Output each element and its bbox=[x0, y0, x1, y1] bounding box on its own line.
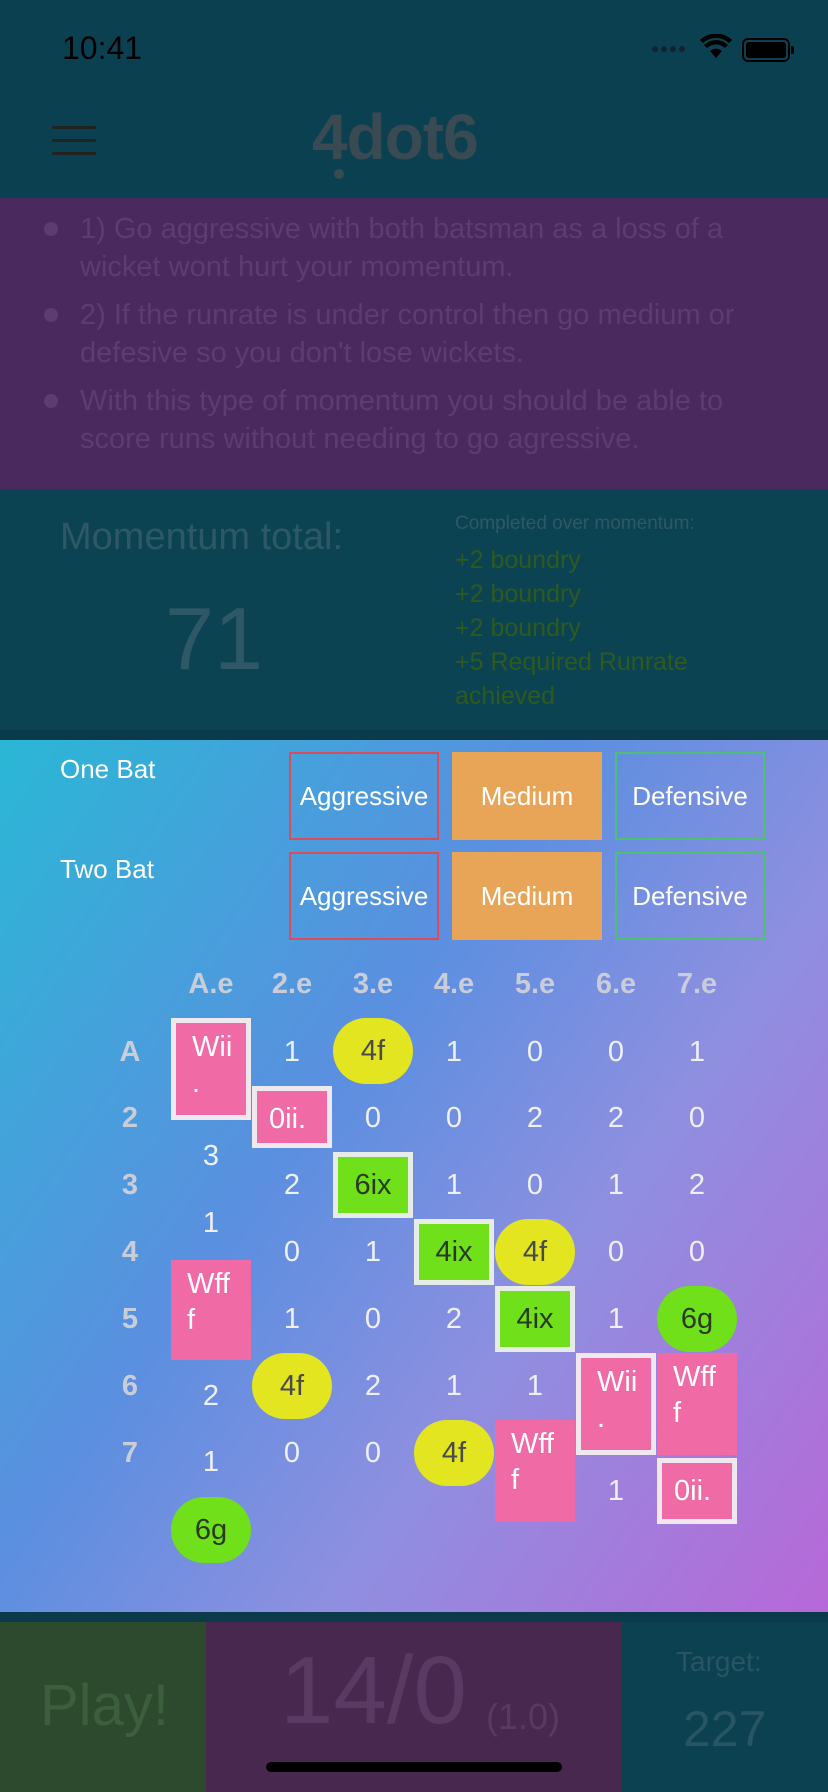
two-bat-aggressive-button[interactable]: Aggressive bbox=[289, 852, 439, 940]
grid-cell[interactable]: 0 bbox=[414, 1102, 494, 1135]
app-logo: 4dot6 bbox=[312, 101, 479, 173]
grid-cell[interactable]: 1 bbox=[414, 1370, 494, 1403]
grid-cell[interactable]: 1 bbox=[252, 1036, 332, 1069]
grid-cell-four[interactable]: 4f bbox=[495, 1219, 575, 1285]
target-value: 227 bbox=[683, 1701, 767, 1757]
overs-value: (1.0) bbox=[486, 1696, 561, 1737]
play-label[interactable]: Play! bbox=[40, 1672, 169, 1739]
target-label: Target: bbox=[676, 1646, 762, 1677]
grid-cell-four-ix[interactable]: 4ix bbox=[414, 1219, 494, 1285]
grid-cell-six[interactable]: 6ix bbox=[333, 1152, 413, 1218]
grid-cell[interactable]: 0 bbox=[333, 1102, 413, 1135]
grid-cell-four[interactable]: 4f bbox=[252, 1353, 332, 1419]
completed-over-title: Completed over momentum: bbox=[455, 513, 695, 534]
score-value: 14/0 bbox=[280, 1637, 467, 1744]
status-time: 10:41 bbox=[62, 30, 143, 66]
grid-cell[interactable]: 2 bbox=[252, 1169, 332, 1202]
col-header: A.e bbox=[188, 968, 234, 1000]
grid-cell[interactable]: 1 bbox=[414, 1036, 494, 1069]
col-header: 5.e bbox=[514, 968, 556, 1000]
grid-cell[interactable]: 1 bbox=[171, 1207, 251, 1240]
grid-cell[interactable]: 2 bbox=[414, 1303, 494, 1336]
bullet-icon bbox=[44, 308, 58, 322]
two-bat-label: Two Bat bbox=[60, 854, 154, 884]
col-header: 3.e bbox=[352, 968, 394, 1000]
grid-cell[interactable]: 3 bbox=[171, 1140, 251, 1173]
grid-cell[interactable]: 1 bbox=[171, 1446, 251, 1479]
grid-cell[interactable]: 0 bbox=[333, 1437, 413, 1470]
grid-cell-four[interactable]: 4f bbox=[414, 1420, 494, 1486]
signal-icon bbox=[652, 46, 685, 52]
grid-cell[interactable]: 1 bbox=[495, 1370, 575, 1403]
battery-icon bbox=[742, 38, 794, 62]
grid-cell-six[interactable]: 6g bbox=[657, 1286, 737, 1352]
two-bat-medium-button[interactable]: Medium bbox=[452, 852, 602, 940]
grid-cell-six[interactable]: 6g bbox=[171, 1497, 251, 1563]
momentum-title: Momentum total: bbox=[60, 516, 343, 558]
col-header: 6.e bbox=[595, 968, 637, 1000]
grid-cell-wicket[interactable]: 0ii. bbox=[657, 1458, 737, 1524]
momentum-value: 71 bbox=[165, 589, 263, 688]
grid-cell[interactable]: 1 bbox=[414, 1169, 494, 1202]
grid-cell[interactable]: 0 bbox=[657, 1236, 737, 1269]
one-bat-aggressive-button[interactable]: Aggressive bbox=[289, 752, 439, 840]
grid-cell[interactable]: 1 bbox=[333, 1236, 413, 1269]
tip-item: 1) Go aggressive with both batsman as a … bbox=[80, 213, 724, 283]
menu-icon[interactable] bbox=[52, 126, 96, 156]
grid-cell-wicket[interactable]: Wff f bbox=[657, 1353, 737, 1455]
grid-cell[interactable]: 2 bbox=[657, 1169, 737, 1202]
col-header: 4.e bbox=[433, 968, 475, 1000]
grid-cell[interactable]: 1 bbox=[657, 1036, 737, 1069]
grid-cell[interactable]: 0 bbox=[576, 1236, 656, 1269]
grid-cell[interactable]: 1 bbox=[576, 1303, 656, 1336]
grid-cell[interactable]: 2 bbox=[333, 1370, 413, 1403]
row-header: 5 bbox=[121, 1303, 139, 1335]
grid-cell-wicket[interactable]: 0ii. bbox=[252, 1086, 332, 1148]
grid-cell[interactable]: 0 bbox=[495, 1169, 575, 1202]
row-header: 3 bbox=[121, 1169, 139, 1201]
row-header: A bbox=[119, 1036, 141, 1068]
grid-cell[interactable]: 0 bbox=[576, 1036, 656, 1069]
grid-cell[interactable]: 0 bbox=[252, 1236, 332, 1269]
grid-cell[interactable]: 2 bbox=[171, 1380, 251, 1413]
grid-cell[interactable]: 2 bbox=[495, 1102, 575, 1135]
grid-cell-wicket[interactable]: Wii. bbox=[171, 1018, 251, 1120]
grid-cell[interactable]: 0 bbox=[252, 1437, 332, 1470]
completed-item: +2 boundry bbox=[455, 546, 581, 574]
one-bat-medium-button[interactable]: Medium bbox=[452, 752, 602, 840]
grid-cell[interactable]: 1 bbox=[252, 1303, 332, 1336]
tip-item: 2) If the runrate is under control then … bbox=[80, 299, 735, 369]
two-bat-defensive-button[interactable]: Defensive bbox=[615, 852, 765, 940]
grid-cell[interactable]: 1 bbox=[576, 1169, 656, 1202]
grid-cell[interactable]: 0 bbox=[657, 1102, 737, 1135]
col-header: 2.e bbox=[271, 968, 313, 1000]
grid-cell-wicket[interactable]: Wff f bbox=[495, 1420, 575, 1522]
grid-cell[interactable]: 1 bbox=[576, 1475, 656, 1508]
completed-item: +2 boundry bbox=[455, 580, 581, 608]
completed-item: +2 boundry bbox=[455, 614, 581, 642]
tip-item: With this type of momentum you should be… bbox=[80, 385, 724, 455]
one-bat-defensive-button[interactable]: Defensive bbox=[615, 752, 765, 840]
grid-cell-wicket[interactable]: Wii. bbox=[576, 1353, 656, 1455]
grid-cell-four-ix[interactable]: 4ix bbox=[495, 1286, 575, 1352]
row-header: 2 bbox=[121, 1102, 139, 1134]
one-bat-label: One Bat bbox=[60, 754, 156, 784]
home-indicator[interactable] bbox=[266, 1762, 562, 1772]
grid-cell[interactable]: 0 bbox=[495, 1036, 575, 1069]
grid-cell[interactable]: 2 bbox=[576, 1102, 656, 1135]
col-header: 7.e bbox=[676, 968, 718, 1000]
row-header: 4 bbox=[121, 1236, 139, 1268]
bullet-icon bbox=[44, 394, 58, 408]
grid-cell-four[interactable]: 4f bbox=[333, 1018, 413, 1084]
row-header: 6 bbox=[121, 1370, 139, 1402]
grid-cell-wicket[interactable]: Wff f bbox=[171, 1260, 251, 1360]
grid-cell[interactable]: 0 bbox=[333, 1303, 413, 1336]
wifi-icon bbox=[700, 34, 732, 58]
completed-item: +5 Required Runrate achieved bbox=[455, 648, 688, 710]
row-header: 7 bbox=[121, 1437, 139, 1469]
logo-dot bbox=[334, 169, 344, 179]
bullet-icon bbox=[44, 222, 58, 236]
